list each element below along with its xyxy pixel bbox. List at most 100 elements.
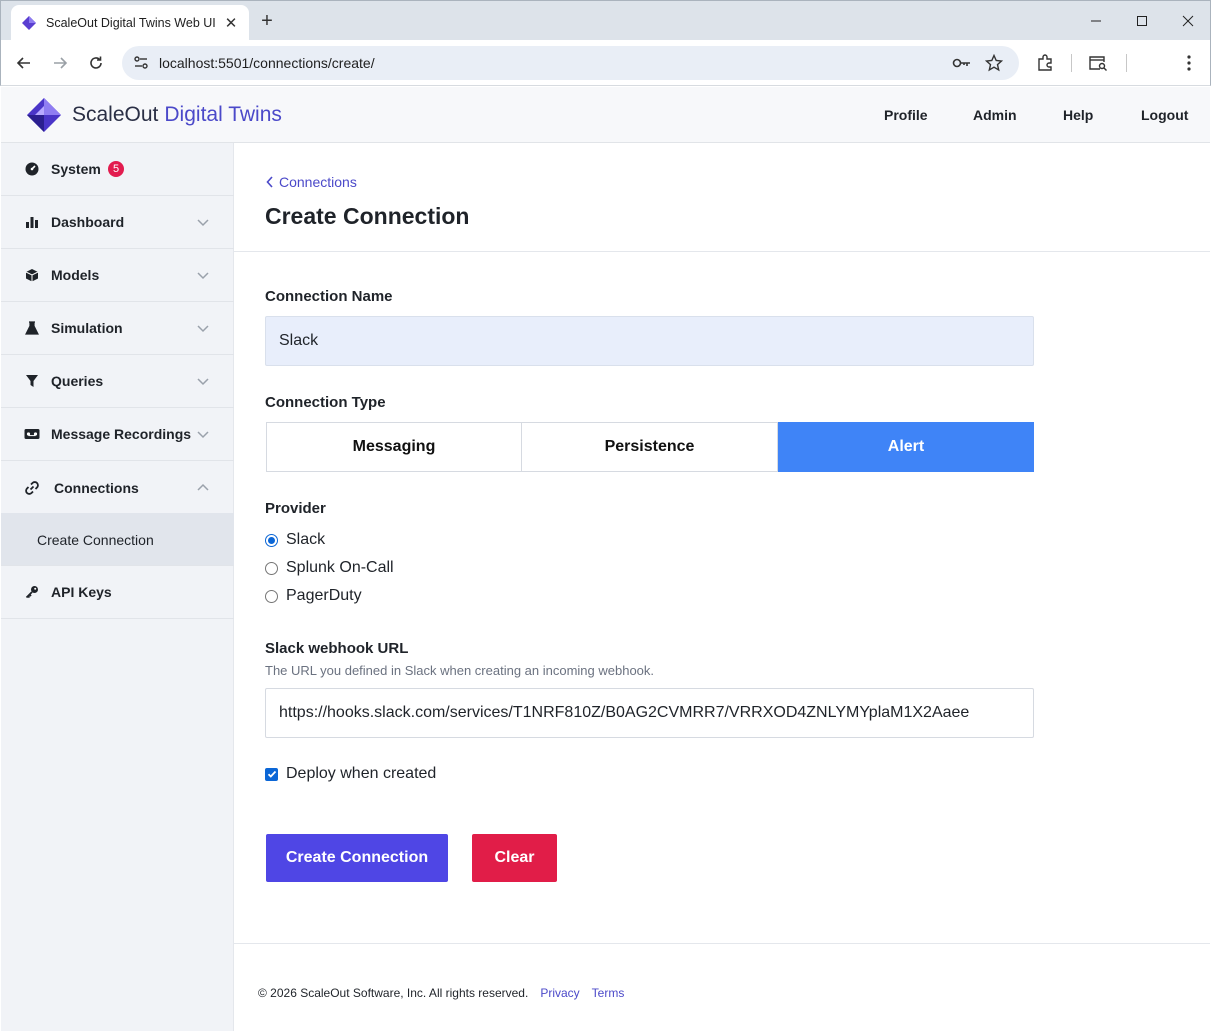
sidebar-item-simulation[interactable]: Simulation [1, 302, 234, 355]
browser-tabstrip: ScaleOut Digital Twins Web UI ✕ + [0, 0, 1211, 41]
sidebar-item-system[interactable]: System 5 [1, 143, 234, 196]
sidebar: System 5 Dashboard Models Simulation Que… [1, 143, 234, 1031]
chevron-down-icon [197, 272, 209, 280]
radio-selected[interactable] [265, 533, 278, 547]
scaleout-logo-icon [27, 98, 61, 132]
address-bar[interactable]: localhost:5501/connections/create/ [122, 46, 1019, 80]
nav-admin[interactable]: Admin [973, 107, 1017, 123]
gauge-icon [23, 160, 41, 178]
footer: © 2026 ScaleOut Software, Inc. All right… [258, 986, 624, 1000]
webhook-url-input[interactable]: https://hooks.slack.com/services/T1NRF81… [265, 688, 1034, 738]
sidebar-item-message-recordings[interactable]: Message Recordings [1, 408, 234, 461]
browser-toolbar: localhost:5501/connections/create/ [0, 40, 1211, 86]
reload-icon[interactable] [84, 51, 108, 75]
close-window-icon[interactable] [1165, 1, 1211, 41]
privacy-link[interactable]: Privacy [540, 986, 579, 1000]
brand-product: Digital Twins [164, 103, 282, 126]
key-icon [23, 583, 41, 601]
flask-icon [23, 319, 41, 337]
sidebar-subitem-create-connection[interactable]: Create Connection [1, 513, 234, 566]
sidebar-item-label: Simulation [51, 320, 123, 336]
minimize-icon[interactable] [1073, 1, 1119, 41]
connection-type-label: Connection Type [265, 394, 386, 411]
connection-name-input[interactable]: Slack [265, 316, 1034, 366]
chevron-up-icon [197, 483, 209, 491]
radio-label: Slack [286, 531, 326, 548]
nav-profile[interactable]: Profile [884, 107, 928, 123]
sidebar-item-api-keys[interactable]: API Keys [1, 566, 234, 619]
extensions-icon[interactable] [1033, 51, 1057, 75]
divider [234, 251, 1210, 252]
clear-button[interactable]: Clear [472, 834, 557, 882]
tab-title: ScaleOut Digital Twins Web UI [46, 16, 216, 30]
chevron-down-icon [197, 325, 209, 333]
password-key-icon[interactable] [952, 53, 972, 73]
checkbox-checked[interactable] [265, 767, 278, 781]
chevron-left-icon [266, 176, 273, 188]
sidebar-item-connections[interactable]: Connections [1, 461, 234, 514]
close-tab-icon[interactable]: ✕ [223, 15, 239, 32]
new-tab-icon[interactable]: + [256, 10, 278, 32]
chevron-down-icon [197, 431, 209, 439]
sidebar-item-models[interactable]: Models [1, 249, 234, 302]
sidebar-item-label: Queries [51, 373, 104, 389]
provider-option-pagerduty[interactable]: PagerDuty [265, 587, 362, 605]
toolbar-divider [1126, 54, 1127, 72]
terms-link[interactable]: Terms [592, 986, 625, 1000]
create-connection-button[interactable]: Create Connection [266, 834, 448, 882]
sidebar-subitem-label: Create Connection [37, 532, 154, 548]
filter-icon [23, 372, 41, 390]
segment-messaging[interactable]: Messaging [266, 422, 522, 472]
cube-icon [23, 266, 41, 284]
sidebar-item-label: Dashboard [51, 214, 125, 230]
radio-label: Splunk On-Call [286, 559, 394, 576]
browser-menu-icon[interactable] [1177, 51, 1201, 75]
sidebar-item-label: System [51, 161, 101, 177]
sidebar-item-label: API Keys [51, 584, 112, 600]
connection-name-label: Connection Name [265, 288, 393, 305]
copyright-text: © 2026 ScaleOut Software, Inc. All right… [258, 986, 529, 1000]
maximize-icon[interactable] [1119, 1, 1165, 41]
main-content: Connections Create Connection Connection… [234, 143, 1210, 1031]
link-icon [23, 479, 41, 497]
radio-unselected[interactable] [265, 561, 278, 575]
sidebar-item-label: Connections [54, 479, 139, 496]
site-info-icon[interactable] [132, 54, 150, 72]
webhook-url-label: Slack webhook URL [265, 640, 409, 657]
brand-logo[interactable]: ScaleOut Digital Twins [25, 96, 282, 134]
nav-help[interactable]: Help [1063, 107, 1093, 123]
back-link-label: Connections [279, 174, 357, 190]
app-favicon-icon [22, 16, 36, 30]
footer-divider [234, 943, 1210, 944]
radio-label: PagerDuty [286, 587, 362, 604]
chevron-down-icon [197, 219, 209, 227]
sidebar-item-label: Models [51, 267, 100, 283]
bar-chart-icon [23, 213, 41, 231]
back-arrow-icon[interactable] [12, 51, 36, 75]
page-title: Create Connection [265, 203, 470, 229]
url-text[interactable]: localhost:5501/connections/create/ [159, 55, 375, 71]
sidebar-item-dashboard[interactable]: Dashboard [1, 196, 234, 249]
provider-label: Provider [265, 500, 326, 517]
recording-icon [23, 425, 41, 443]
provider-option-splunk[interactable]: Splunk On-Call [265, 559, 394, 577]
deploy-checkbox-row[interactable]: Deploy when created [265, 765, 436, 783]
deploy-label: Deploy when created [286, 765, 437, 782]
segment-persistence[interactable]: Persistence [522, 422, 778, 472]
nav-logout[interactable]: Logout [1141, 107, 1188, 123]
provider-option-slack[interactable]: Slack [265, 531, 325, 549]
forward-arrow-icon[interactable] [48, 51, 72, 75]
segment-alert[interactable]: Alert [778, 422, 1034, 472]
app-header: ScaleOut Digital Twins Profile Admin Hel… [1, 87, 1210, 143]
webhook-help-text: The URL you defined in Slack when creati… [265, 663, 655, 678]
browser-tab[interactable]: ScaleOut Digital Twins Web UI ✕ [11, 5, 249, 41]
radio-unselected[interactable] [265, 589, 278, 603]
sidebar-item-label: Message Recordings [51, 426, 192, 442]
toolbar-divider [1071, 54, 1072, 72]
tab-search-icon[interactable] [1086, 51, 1110, 75]
notification-badge: 5 [108, 161, 124, 177]
brand-name: ScaleOut [72, 103, 159, 126]
sidebar-item-queries[interactable]: Queries [1, 355, 234, 408]
back-link-connections[interactable]: Connections [266, 174, 357, 190]
bookmark-star-icon[interactable] [984, 53, 1004, 73]
